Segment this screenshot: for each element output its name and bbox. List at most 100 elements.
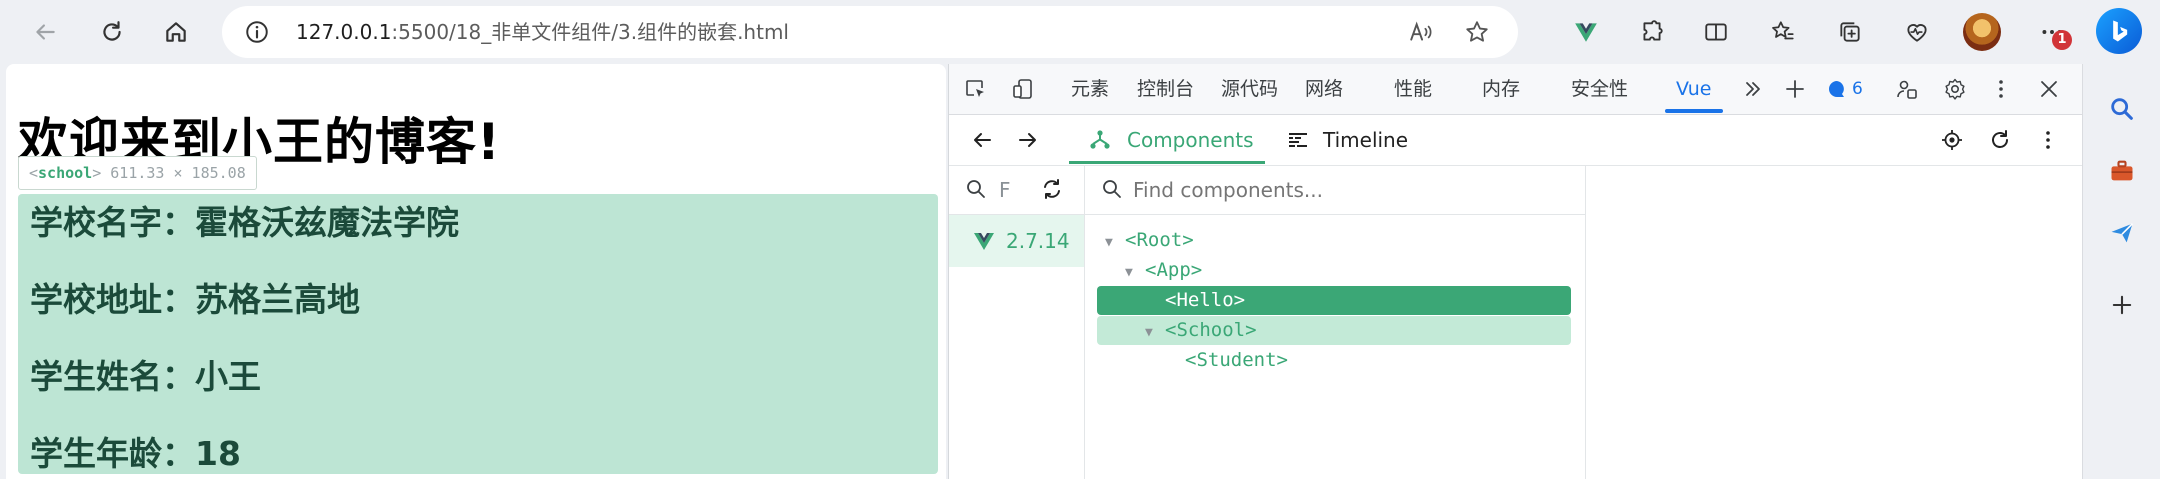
tooltip-component-name: school [38, 164, 93, 182]
address-url[interactable]: 127.0.0.1:5500/18_非单文件组件/3.组件的嵌套.html [296, 6, 789, 58]
address-path: :5500/18_非单文件组件/3.组件的嵌套.html [391, 20, 789, 44]
vue-app-item[interactable]: 2.7.14 [949, 215, 1084, 267]
split-screen-button[interactable] [1696, 12, 1736, 52]
extensions-button[interactable] [1632, 12, 1672, 52]
tree-node[interactable]: ▼ <Root> [1097, 226, 1571, 255]
sidebar-search-icon[interactable] [2107, 94, 2137, 124]
collections-icon [1840, 22, 1860, 42]
tab-performance[interactable]: 性能 [1394, 64, 1432, 114]
active-tab-indicator [1665, 109, 1723, 113]
read-aloud-icon[interactable] [1406, 17, 1436, 47]
heart-pulse-icon [1907, 24, 1927, 42]
devtools-settings-gear-icon[interactable] [1941, 75, 1969, 103]
sidebar-tools-toolbox-icon[interactable] [2107, 156, 2137, 186]
inspect-element-icon[interactable] [961, 75, 989, 103]
vue-devtools-toolbar: Components Timeline [949, 115, 2083, 166]
bing-logo-icon [2113, 20, 2128, 42]
expand-triangle-icon[interactable]: ▼ [1125, 258, 1145, 287]
address-bar[interactable]: 127.0.0.1:5500/18_非单文件组件/3.组件的嵌套.html [222, 6, 1518, 58]
tab-vue[interactable]: Vue [1676, 64, 1711, 114]
browser-essentials-button[interactable] [1897, 12, 1937, 52]
tab-elements[interactable]: 元素 [1071, 64, 1109, 114]
find-components-bar [1085, 166, 1585, 215]
school-component-highlight: 学校名字：霍格沃兹魔法学院 学校地址：苏格兰高地 学生姓名：小王 学生年龄：18 [18, 194, 938, 474]
message-count: 6 [1852, 79, 1863, 99]
vue-back-arrow-icon[interactable] [969, 127, 995, 153]
select-component-target-icon[interactable] [1939, 127, 1965, 153]
expand-triangle-icon[interactable]: ▼ [1145, 318, 1165, 347]
home-button[interactable] [156, 12, 196, 52]
refresh-button[interactable] [92, 12, 132, 52]
app-search-icon [963, 176, 989, 202]
tree-node-label: <School> [1165, 319, 1257, 341]
component-detail-pane [1586, 166, 2083, 479]
expand-triangle-icon[interactable]: ▼ [1105, 228, 1125, 257]
find-components-input[interactable] [1133, 166, 1553, 214]
more-tabs-chevron-icon[interactable] [1739, 75, 1767, 103]
arrow-left-icon [36, 24, 55, 40]
copilot-button[interactable] [2096, 8, 2142, 54]
favorites-star-list-icon [1772, 21, 1794, 40]
device-emulation-icon[interactable] [1009, 75, 1037, 103]
vue-more-menu-icon[interactable] [2035, 127, 2061, 153]
school-name-line: 学校名字：霍格沃兹魔法学院 [30, 203, 459, 242]
vue-logo-icon [971, 228, 997, 254]
sidebar-add-plus-icon[interactable] [2107, 290, 2137, 320]
tab-sources[interactable]: 源代码 [1221, 64, 1278, 114]
app-search-hint: F [999, 178, 1011, 202]
vue-forward-arrow-icon[interactable] [1015, 127, 1041, 153]
profile-avatar[interactable] [1963, 13, 2001, 51]
tree-node[interactable]: ▼ <App> [1097, 256, 1571, 285]
vue-devtools-extension-button[interactable] [1566, 12, 1606, 52]
address-host: 127.0.0.1 [296, 20, 392, 44]
tree-node[interactable]: <Student> [1097, 346, 1571, 375]
find-search-icon [1099, 176, 1125, 202]
refresh-apps-icon[interactable] [1039, 176, 1065, 202]
site-info-icon[interactable] [242, 17, 272, 47]
refresh-icon [103, 21, 121, 41]
notification-badge: 1 [2052, 30, 2072, 50]
refresh-components-icon[interactable] [1987, 127, 2013, 153]
tab-console[interactable]: 控制台 [1137, 64, 1194, 114]
favorite-star-icon[interactable] [1462, 17, 1492, 47]
tab-network[interactable]: 网络 [1305, 64, 1343, 114]
student-age-line: 学生年龄：18 [30, 434, 241, 473]
favorites-button[interactable] [1763, 12, 1803, 52]
app-selector-pane: F 2.7.14 [949, 166, 1085, 479]
tree-node-label: <App> [1145, 259, 1203, 281]
component-tree-pane: ▼<Root>▼<App><Hello>▼<School><Student> [1085, 166, 1586, 479]
tab-components[interactable]: Components [1069, 115, 1254, 165]
vue-version: 2.7.14 [1006, 229, 1070, 253]
tree-node-label: <Hello> [1165, 289, 1246, 311]
close-devtools-icon[interactable] [2035, 75, 2063, 103]
tab-security[interactable]: 安全性 [1571, 64, 1628, 114]
tooltip-close-bracket: > [92, 164, 102, 182]
tooltip-size: 611.33 × 185.08 [110, 164, 246, 182]
issues-chat-icon[interactable] [1823, 75, 1851, 103]
student-name-line: 学生姓名：小王 [30, 357, 261, 396]
inspect-tooltip: <school> 611.33 × 185.08 [18, 156, 257, 190]
split-screen-icon [1705, 23, 1727, 41]
tooltip-open-bracket: < [29, 164, 39, 182]
add-tab-plus-icon[interactable] [1781, 75, 1809, 103]
collections-button[interactable] [1830, 12, 1870, 52]
tree-node-label: <Student> [1185, 349, 1288, 371]
tree-node-label: <Root> [1125, 229, 1194, 251]
tree-node[interactable]: ▼ <School> [1097, 316, 1571, 345]
sidebar-send-icon[interactable] [2107, 218, 2137, 248]
devtools-panel: 元素 控制台 源代码 网络 性能 内存 安全性 Vue 6 Components… [948, 64, 2083, 479]
school-address-line: 学校地址：苏格兰高地 [30, 280, 360, 319]
tab-memory[interactable]: 内存 [1482, 64, 1520, 114]
tab-timeline[interactable]: Timeline [1287, 115, 1408, 165]
back-button[interactable] [25, 12, 65, 52]
home-icon [166, 22, 186, 42]
devtools-more-menu-icon[interactable] [1987, 75, 2015, 103]
components-tab-indicator [1069, 161, 1265, 164]
browser-toolbar: 127.0.0.1:5500/18_非单文件组件/3.组件的嵌套.html 1 [0, 0, 2160, 64]
vue-logo-icon [1575, 23, 1597, 42]
customize-people-icon[interactable] [1893, 75, 1921, 103]
tree-node[interactable]: <Hello> [1097, 286, 1571, 315]
puzzle-icon [1643, 20, 1663, 41]
app-search-bar[interactable]: F [949, 166, 1084, 215]
edge-sidebar [2082, 64, 2160, 479]
